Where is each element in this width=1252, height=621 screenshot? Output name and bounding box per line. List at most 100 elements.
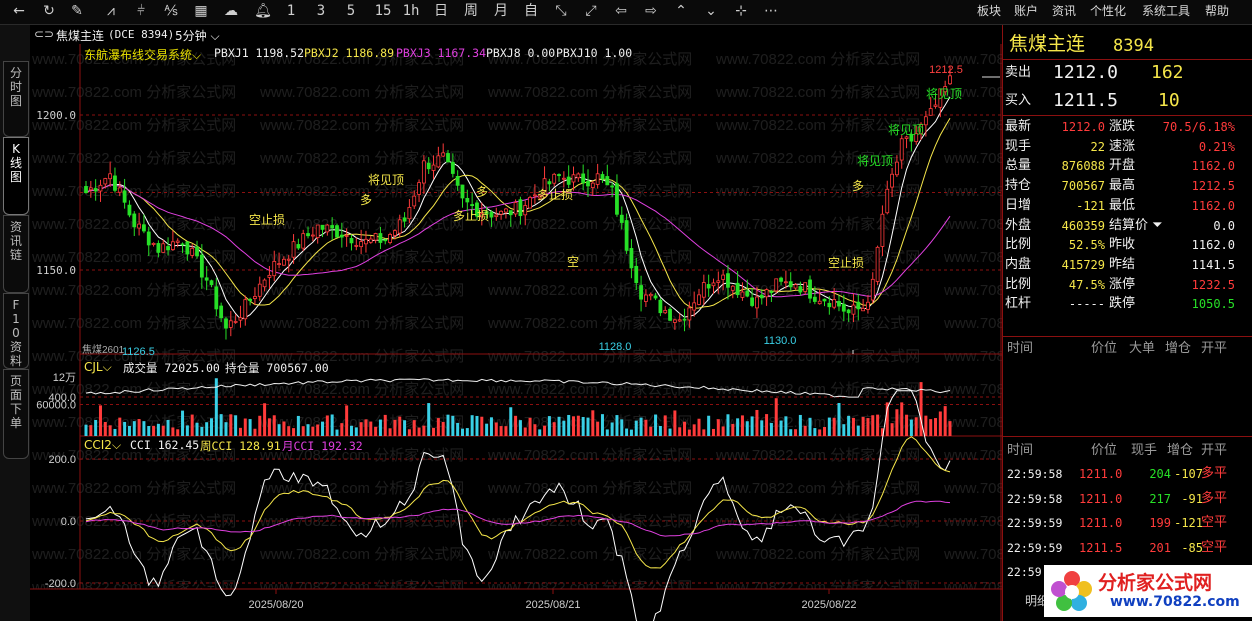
candle-body [798, 286, 803, 293]
candle-body [122, 190, 127, 203]
tab-timeshare[interactable]: 分时图 [3, 61, 29, 137]
line-chart-icon[interactable]: ⩘ [100, 0, 122, 22]
formula-icon[interactable]: ⅍ [160, 0, 182, 22]
up-chevron-icon[interactable]: ⌃ [670, 0, 692, 22]
period-week[interactable]: 周 [460, 0, 482, 22]
period-custom[interactable]: 自 [520, 0, 542, 22]
ask-price[interactable]: 1212.0 [1053, 61, 1118, 85]
candle-body [566, 176, 571, 185]
refresh-icon[interactable]: ↻ [38, 0, 60, 22]
left-tab-label: 分时图 [9, 66, 22, 108]
stat-value: 0.0 [1213, 218, 1235, 233]
volume-bar [721, 426, 725, 436]
candle-body [441, 152, 446, 157]
candle-body [504, 208, 508, 213]
candle-body [837, 300, 841, 307]
volume-bar [586, 417, 590, 436]
kline-chart[interactable]: www.70822.com 分析家公式网 1200.01150.01212.51… [30, 44, 1002, 621]
candle-body [412, 195, 417, 207]
volume-bar [147, 426, 151, 436]
tab-news-chain[interactable]: 资讯链 [3, 215, 29, 293]
candle-body [185, 241, 190, 255]
stat-value: ----- [1068, 297, 1105, 312]
cci-tick-label: 0.0 [61, 516, 76, 528]
tab-kline[interactable]: K线图 [3, 137, 29, 215]
logo-url: www.70822.com [1110, 594, 1240, 610]
volume-bar [393, 419, 397, 436]
draw-line-icon[interactable]: ✎ [66, 0, 88, 22]
date-tick-label: 2025/08/22 [801, 599, 856, 611]
volume-bar [325, 415, 329, 436]
period-5[interactable]: 5 [340, 0, 362, 22]
candle-body [624, 220, 629, 251]
volume-bar [171, 427, 175, 436]
candle-body [663, 309, 668, 314]
candle-body [431, 164, 436, 171]
tick-price: 1211.0 [1079, 516, 1123, 530]
volume-bar [84, 424, 88, 436]
back-arrow-icon[interactable]: ← [8, 0, 30, 22]
shrink-icon[interactable]: ⤢ [580, 0, 602, 22]
menu-sector[interactable]: 板块 [977, 0, 1001, 22]
left-arrow-icon[interactable]: ⇦ [610, 0, 632, 22]
quote-panel: 焦煤主连 8394 卖出 1212.0 162 买入 1211.5 10 最新 1… [1002, 25, 1252, 621]
menu-help[interactable]: 帮助 [1205, 0, 1229, 22]
volume-bar [200, 426, 204, 436]
tab-f10[interactable]: F10资料 [3, 293, 29, 369]
left-tab-label: F10资料 [9, 298, 22, 368]
candle-body [933, 104, 938, 107]
link-icon[interactable]: ⊂⊃ [34, 27, 54, 41]
right-arrow-icon[interactable]: ⇨ [640, 0, 662, 22]
period-1[interactable]: 1 [280, 0, 302, 22]
candle-body [180, 243, 185, 246]
menu-news[interactable]: 资讯 [1052, 0, 1076, 22]
bell-icon[interactable]: 🔔︎ [252, 0, 274, 22]
volume-bar [176, 429, 180, 436]
cci-tick-label: 200.0 [48, 454, 76, 466]
menu-system-tools[interactable]: 系统工具 [1142, 0, 1190, 22]
indicator-name[interactable]: 东航瀑布线交易系统⌵ [84, 46, 201, 63]
down-chevron-icon[interactable]: ⌄ [700, 0, 722, 22]
volume-bar [557, 416, 561, 436]
menu-account[interactable]: 账户 [1014, 0, 1038, 22]
period-selector[interactable]: 5分钟 ⌵ [175, 27, 220, 44]
volume-bar [909, 419, 913, 436]
volume-bar [847, 415, 851, 436]
period-1h[interactable]: 1h [400, 0, 422, 22]
column-header: 大单 [1129, 341, 1156, 356]
volume-bar [263, 403, 267, 436]
stat-value: 415729 [1061, 257, 1105, 272]
candle-body [450, 161, 455, 174]
volume-bar [789, 429, 793, 436]
volume-bar [697, 418, 701, 436]
candle-body [928, 108, 933, 116]
candle-body [195, 246, 199, 257]
candlestick-icon[interactable]: ⫩ [130, 0, 152, 22]
period-3[interactable]: 3 [310, 0, 332, 22]
expand-icon[interactable]: ⤡ [550, 0, 572, 22]
candle-body [156, 243, 161, 253]
stat-label: 开盘 [1109, 158, 1136, 174]
signal-long: 多 [852, 179, 864, 193]
candle-body [465, 198, 470, 203]
grid-icon[interactable]: ▦ [190, 0, 212, 22]
menu-personalize[interactable]: 个性化 [1090, 0, 1126, 22]
low-price-label: 1128.0 [599, 341, 632, 353]
bid-price[interactable]: 1211.5 [1053, 89, 1118, 113]
candle-body [856, 301, 861, 310]
period-month[interactable]: 月 [490, 0, 512, 22]
crosshair-icon[interactable]: ⊹ [730, 0, 752, 22]
period-15[interactable]: 15 [370, 0, 396, 22]
cloud-icon[interactable]: ☁ [220, 0, 242, 22]
volume-bar [750, 416, 754, 436]
volume-indicator-name[interactable]: CJL⌵ [84, 360, 112, 375]
volume-bar [871, 415, 875, 436]
period-day[interactable]: 日 [430, 0, 452, 22]
volume-bar [470, 415, 474, 436]
candle-body [142, 224, 146, 232]
candle-body [721, 274, 726, 280]
volume-bar [837, 402, 841, 436]
cci-indicator-name[interactable]: CCI2⌵ [84, 438, 121, 453]
tab-order[interactable]: 页面下单 [3, 369, 29, 459]
more-icon[interactable]: ⋯ [760, 0, 782, 22]
